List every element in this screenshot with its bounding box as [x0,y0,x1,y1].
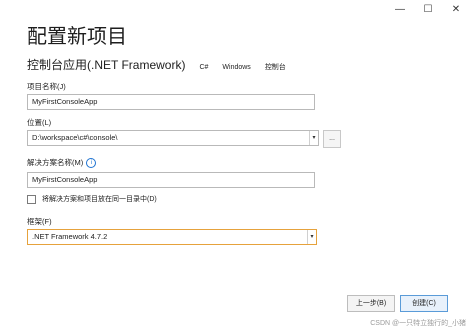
location-value: D:\workspace\c#\console\ [32,133,118,142]
close-icon[interactable]: ✕ [442,2,470,16]
template-info: 控制台应用(.NET Framework) C# Windows 控制台 [27,56,286,73]
chevron-down-icon[interactable]: ▾ [309,131,318,145]
tag-platform: Windows [222,64,251,71]
project-name-label: 项目名称(J) [27,82,66,91]
solution-name-input[interactable]: MyFirstConsoleApp [27,172,315,188]
window-controls: — ☐ ✕ [386,2,470,16]
create-button[interactable]: 创建(C) [400,295,448,312]
minimize-icon[interactable]: — [386,2,414,16]
framework-select[interactable]: .NET Framework 4.7.2 ▾ [27,229,317,245]
solution-name-label-row: 解决方案名称(M) i [27,157,97,169]
solution-name-label: 解决方案名称(M) [27,158,84,167]
tag-language: C# [199,64,209,71]
chevron-down-icon[interactable]: ▾ [307,230,316,244]
same-directory-row: 将解决方案和项目放在同一目录中(D) [27,194,157,204]
template-name: 控制台应用(.NET Framework) [27,58,186,72]
info-icon[interactable]: i [86,158,97,169]
page-title: 配置新项目 [27,26,127,48]
framework-value: .NET Framework 4.7.2 [32,232,108,241]
watermark: CSDN @一只特立独行的_小猪 [370,320,466,327]
configure-project-dialog: — ☐ ✕ 配置新项目 控制台应用(.NET Framework) C# Win… [0,0,474,332]
project-name-input[interactable]: MyFirstConsoleApp [27,94,315,110]
same-directory-checkbox[interactable] [27,194,36,204]
tag-project-type: 控制台 [264,64,286,71]
location-combo[interactable]: D:\workspace\c#\console\ ▾ [27,130,319,146]
same-directory-label[interactable]: 将解决方案和项目放在同一目录中(D) [42,194,157,204]
browse-button[interactable]: ... [323,130,341,148]
framework-label: 框架(F) [27,217,52,226]
location-label: 位置(L) [27,118,52,127]
maximize-icon[interactable]: ☐ [414,2,442,16]
back-button[interactable]: 上一步(B) [347,295,395,312]
